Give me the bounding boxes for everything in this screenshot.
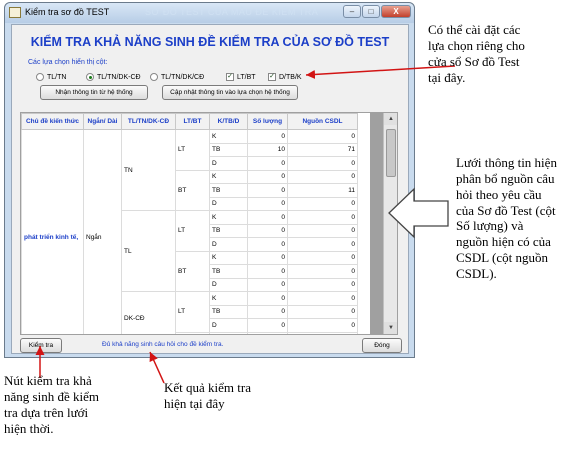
annotation-options: Có thể cài đặt các lựa chọn riêng cho cử…	[428, 22, 525, 85]
arrow-to-status	[149, 351, 165, 384]
annotation-check-button: Nút kiểm tra khả năng sinh đề kiểm tra d…	[4, 373, 99, 436]
annotation-grid: Lưới thông tin hiện phân bổ nguồn câu hỏ…	[456, 155, 557, 282]
left-arrow-icon	[388, 187, 449, 239]
annotation-status: Kết quả kiểm tra hiện tại đây	[164, 380, 251, 411]
